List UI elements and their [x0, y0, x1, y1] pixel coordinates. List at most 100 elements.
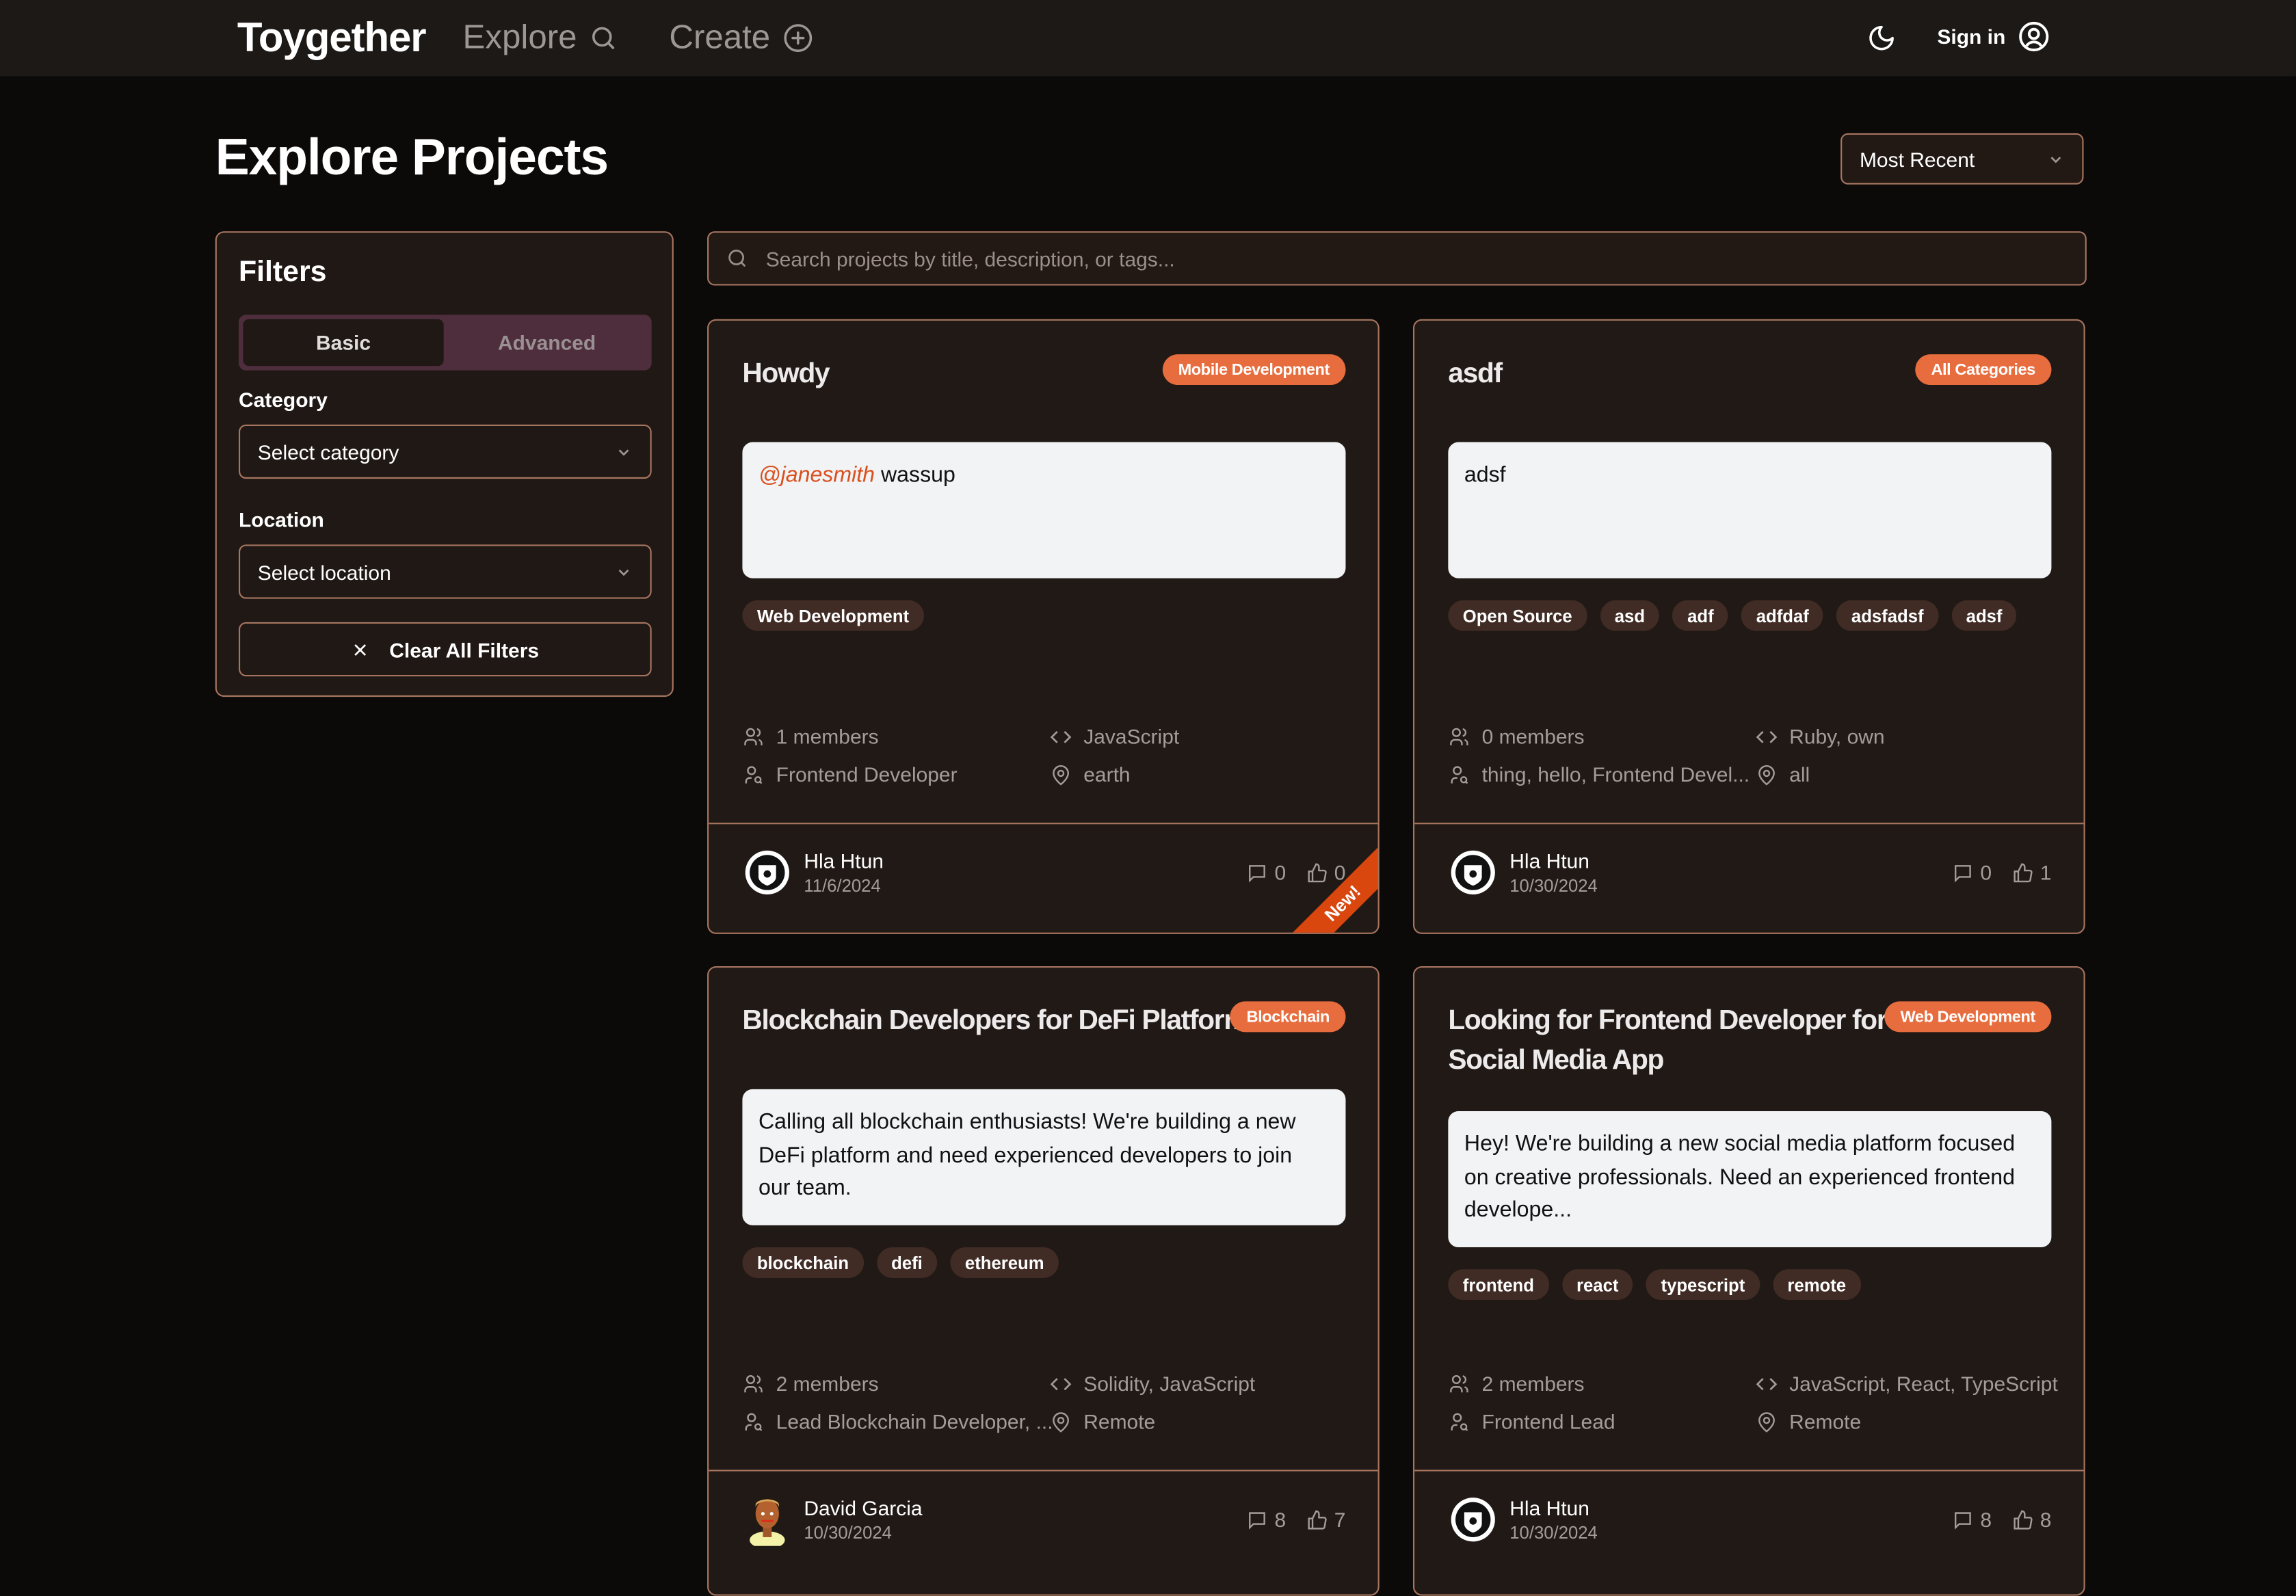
- tag[interactable]: typescript: [1646, 1269, 1760, 1301]
- chevron-down-icon: [618, 568, 629, 576]
- project-title[interactable]: Blockchain Developers for DeFi Platform: [742, 1001, 1248, 1041]
- code-icon: [1050, 1377, 1072, 1390]
- user-mention[interactable]: @janesmith: [758, 463, 875, 488]
- author-name: Hla Htun: [804, 849, 884, 873]
- tag[interactable]: asd: [1600, 600, 1660, 631]
- nav-explore-label: Explore: [462, 17, 577, 56]
- tag[interactable]: adsfadsf: [1836, 600, 1938, 631]
- map-pin-icon: [1758, 764, 1775, 785]
- likes-stat[interactable]: 8: [2012, 1508, 2051, 1531]
- description-text: wassup: [880, 462, 955, 488]
- page-title: Explore Projects: [215, 129, 609, 186]
- languages-text: JavaScript, React, TypeScript: [1789, 1372, 2058, 1396]
- thumbs-up-icon: [1308, 1509, 1328, 1529]
- members-text: 2 members: [776, 1372, 879, 1396]
- location-text: all: [1789, 762, 1810, 786]
- comments-stat[interactable]: 0: [1247, 861, 1286, 884]
- tag[interactable]: react: [1561, 1269, 1633, 1301]
- tag[interactable]: Web Development: [742, 600, 924, 631]
- post-date: 11/6/2024: [804, 875, 881, 896]
- category-badge: Blockchain: [1230, 1001, 1346, 1033]
- tag[interactable]: Open Source: [1448, 600, 1587, 631]
- clear-filters-button[interactable]: Clear All Filters: [238, 622, 652, 677]
- location-select[interactable]: Select location: [238, 544, 652, 599]
- members-text: 1 members: [776, 724, 879, 748]
- tag[interactable]: defi: [876, 1247, 938, 1279]
- likes-stat[interactable]: 0: [1306, 861, 1345, 884]
- tag[interactable]: frontend: [1448, 1269, 1549, 1301]
- languages: JavaScript, React, TypeScript: [1756, 1372, 2058, 1395]
- user-search-icon: [1451, 1412, 1468, 1431]
- tag[interactable]: adfdaf: [1741, 600, 1824, 631]
- comment-icon: [1955, 864, 1972, 882]
- nav-create[interactable]: Create: [669, 18, 814, 57]
- languages: Solidity, JavaScript: [1050, 1372, 1255, 1395]
- tab-advanced[interactable]: Advanced: [447, 319, 647, 367]
- signin-label: Sign in: [1937, 25, 2006, 49]
- author[interactable]: David Garcia 10/30/2024: [742, 1493, 923, 1546]
- comments-stat[interactable]: 8: [1247, 1508, 1286, 1531]
- signin-button[interactable]: Sign in: [1937, 21, 2049, 53]
- map-pin-icon: [1053, 764, 1069, 785]
- tab-basic[interactable]: Basic: [243, 319, 444, 367]
- location-text: Remote: [1789, 1409, 1862, 1433]
- roles-text: Frontend Lead: [1481, 1409, 1615, 1433]
- author[interactable]: Hla Htun 10/30/2024: [1448, 1493, 1598, 1546]
- location-placeholder: Select location: [257, 559, 391, 584]
- project-card[interactable]: Blockchain Developers for DeFi Platform …: [707, 966, 1380, 1596]
- theme-toggle[interactable]: [1867, 23, 1897, 60]
- project-title[interactable]: Howdy: [742, 354, 830, 394]
- category-badge: Mobile Development: [1162, 354, 1346, 386]
- author[interactable]: Hla Htun 11/6/2024: [742, 846, 884, 899]
- comments-count: 0: [1980, 860, 1992, 885]
- likes-stat[interactable]: 1: [2012, 861, 2051, 884]
- author-name: Hla Htun: [1509, 1495, 1589, 1520]
- comment-icon: [1249, 864, 1266, 882]
- card-divider: [1414, 823, 2084, 825]
- comments-count: 8: [1980, 1508, 1992, 1532]
- tag-list: Open Source asd adf adfdaf adsfadsf adsf: [1448, 600, 2017, 631]
- tag[interactable]: blockchain: [742, 1247, 864, 1279]
- likes-stat[interactable]: 7: [1306, 1508, 1345, 1531]
- project-card[interactable]: Howdy Mobile Development @janesmith wass…: [707, 319, 1380, 934]
- tag[interactable]: adsf: [1951, 600, 2017, 631]
- user-search-icon: [1451, 765, 1468, 784]
- card-stats: 0 0: [1247, 861, 1345, 884]
- languages: JavaScript: [1050, 725, 1179, 748]
- users-icon: [1450, 1374, 1468, 1392]
- plus-circle-icon: [784, 23, 813, 52]
- nav-explore[interactable]: Explore: [463, 18, 618, 57]
- brand-logo[interactable]: Toygether: [237, 14, 427, 62]
- members-count: 1 members: [742, 724, 879, 748]
- author[interactable]: Hla Htun 10/30/2024: [1448, 846, 1598, 899]
- project-card[interactable]: asdf All Categories adsf Open Source asd…: [1412, 319, 2085, 934]
- user-search-icon: [745, 765, 763, 784]
- tag[interactable]: adf: [1672, 600, 1729, 631]
- map-pin-icon: [1758, 1411, 1775, 1432]
- likes-count: 1: [2040, 860, 2052, 885]
- sort-select[interactable]: Most Recent: [1840, 133, 2084, 185]
- comments-stat[interactable]: 8: [1953, 1508, 1992, 1531]
- languages-text: JavaScript: [1083, 724, 1180, 748]
- roles: thing, hello, Frontend Devel...: [1448, 762, 1750, 786]
- post-date: 10/30/2024: [1509, 1522, 1598, 1543]
- thumbs-up-icon: [1308, 862, 1328, 882]
- project-description: @janesmith wassup: [742, 442, 1346, 578]
- card-divider: [1414, 1469, 2084, 1472]
- author-name: Hla Htun: [1509, 849, 1589, 873]
- comments-stat[interactable]: 0: [1953, 861, 1992, 884]
- location: earth: [1050, 762, 1131, 786]
- card-stats: 0 1: [1953, 861, 2051, 884]
- project-title[interactable]: asdf: [1448, 354, 1503, 394]
- moon-icon: [1869, 25, 1894, 51]
- category-select[interactable]: Select category: [238, 424, 652, 479]
- project-title[interactable]: Looking for Frontend Developer for Socia…: [1448, 1001, 1887, 1080]
- thumbs-up-icon: [2014, 1509, 2033, 1529]
- tag[interactable]: remote: [1772, 1269, 1861, 1301]
- search-input[interactable]: Search projects by title, description, o…: [707, 231, 2087, 286]
- project-card[interactable]: Looking for Frontend Developer for Socia…: [1412, 966, 2085, 1596]
- card-divider: [709, 823, 1378, 825]
- thumbs-up-icon: [2014, 862, 2033, 882]
- tag[interactable]: ethereum: [950, 1247, 1059, 1279]
- avatar: [750, 1499, 785, 1546]
